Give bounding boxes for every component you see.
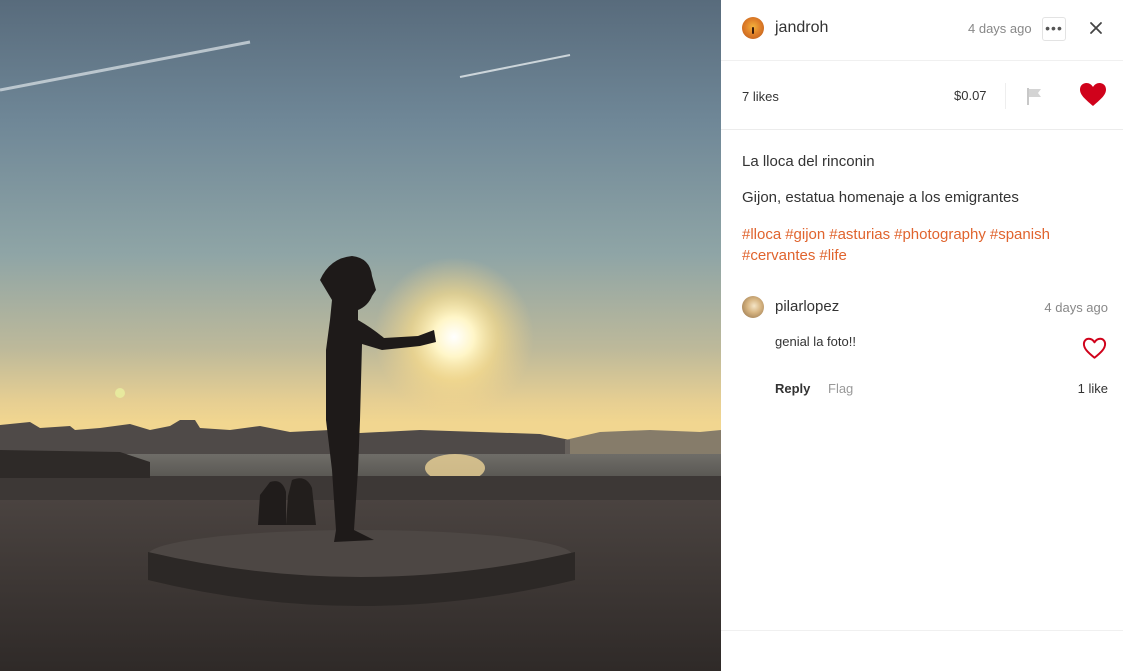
post-tags: #lloca #gijon #asturias #photography #spanis… [742,224,1082,266]
heart-filled-icon [1080,83,1106,106]
author-avatar[interactable] [742,17,764,39]
post-stats-bar: 7 likes $0.07 [721,61,1123,130]
more-options-button[interactable]: ••• [1042,17,1066,41]
comment-item: pilarlopez 4 days ago genial la foto!! R… [742,292,1108,412]
tag-link[interactable]: #gijon [785,226,825,243]
commenter-avatar[interactable] [742,296,764,318]
flag-comment-button[interactable]: Flag [828,381,853,396]
tag-link[interactable]: #lloca [742,226,781,243]
photo-scene [0,40,721,671]
reply-button[interactable]: Reply [775,381,810,396]
stats-divider [1005,83,1006,109]
comment-likes-count[interactable]: 1 like [1078,381,1108,396]
close-icon [1090,22,1102,34]
post-header: jandroh 4 days ago ••• [721,0,1123,61]
tag-link[interactable]: #spanish [990,226,1050,243]
flag-post-button[interactable] [1023,85,1045,107]
tag-link[interactable]: #photography [894,226,986,243]
post-description: Gijon, estatua homenaje a los emigrantes [742,189,1019,206]
like-post-button[interactable] [1079,82,1107,108]
flag-icon [1027,88,1041,105]
tag-link[interactable]: #asturias [829,226,890,243]
tag-link[interactable]: #life [819,247,847,264]
post-likes-count[interactable]: 7 likes [742,89,779,104]
post-title: La lloca del rinconin [742,153,875,170]
more-icon: ••• [1045,20,1063,36]
like-comment-button[interactable] [1082,337,1107,360]
tag-link[interactable]: #cervantes [742,247,815,264]
close-button[interactable] [1084,16,1108,40]
commenter-username[interactable]: pilarlopez [775,298,839,315]
post-payout[interactable]: $0.07 [954,88,987,103]
post-photo [0,0,721,671]
post-detail-panel: jandroh 4 days ago ••• 7 likes $0.07 La … [721,0,1123,671]
post-timestamp: 4 days ago [968,21,1032,36]
panel-footer-divider [721,630,1123,631]
author-username[interactable]: jandroh [775,19,828,37]
comment-timestamp: 4 days ago [1044,300,1108,315]
heart-outline-icon [1082,337,1107,359]
comment-text: genial la foto!! [775,334,856,349]
